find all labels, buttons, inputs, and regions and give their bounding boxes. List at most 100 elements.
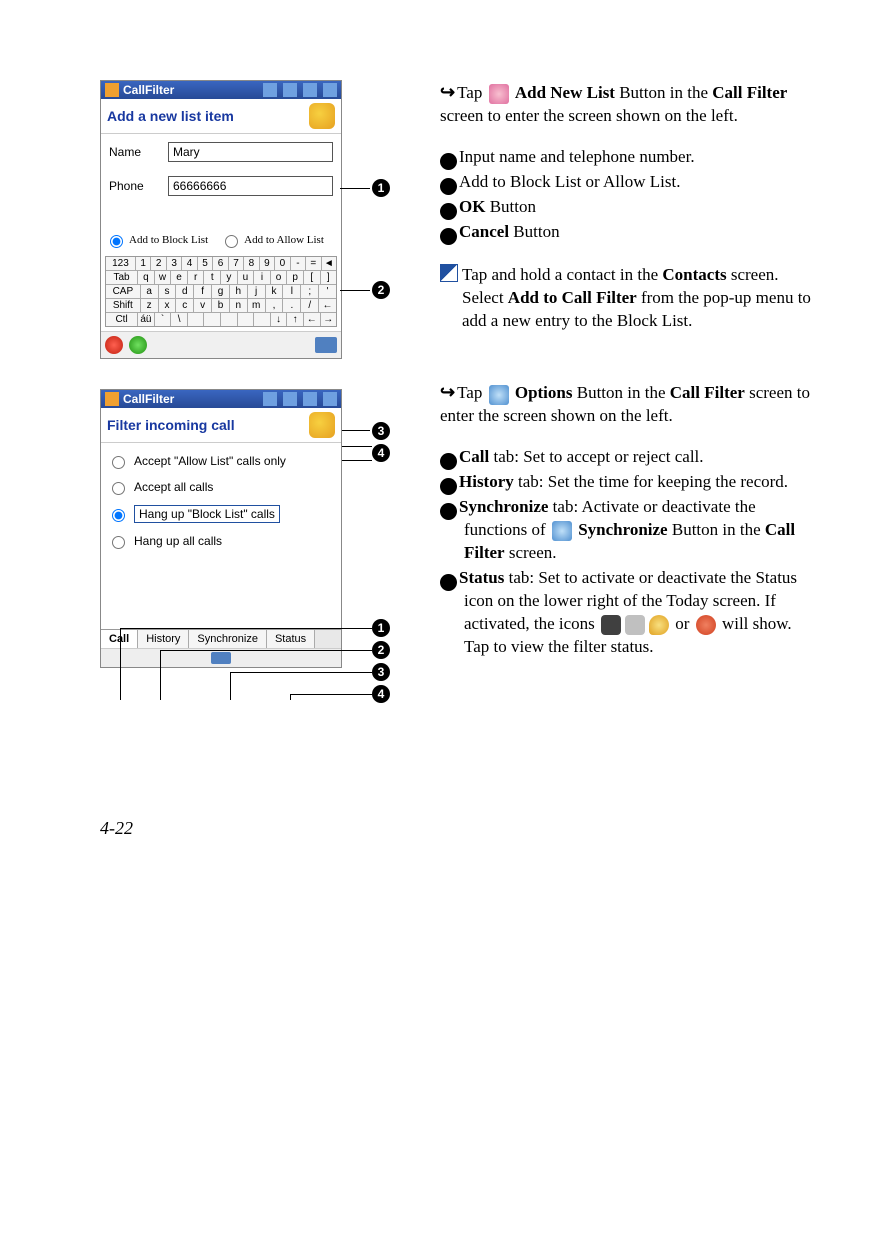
keyboard-key[interactable]: ↓: [271, 313, 288, 326]
keyboard-key[interactable]: 9: [260, 257, 275, 270]
filter-option-radio[interactable]: [112, 536, 125, 549]
keyboard-key[interactable]: =: [306, 257, 321, 270]
keyboard-key[interactable]: ,: [266, 299, 284, 312]
keyboard-key[interactable]: x: [159, 299, 177, 312]
filter-option[interactable]: Hang up "Block List" calls: [107, 505, 335, 523]
keyboard-key[interactable]: q: [138, 271, 155, 284]
tab-history[interactable]: History: [138, 630, 189, 648]
radio-block-input[interactable]: [110, 235, 123, 248]
filter-option[interactable]: Accept all calls: [107, 479, 335, 495]
keyboard-key[interactable]: ]: [321, 271, 337, 284]
keyboard-key[interactable]: [: [304, 271, 321, 284]
keyboard-key[interactable]: 7: [229, 257, 244, 270]
leader-line: [230, 672, 231, 700]
keyboard-key[interactable]: g: [212, 285, 230, 298]
keyboard-key[interactable]: [221, 313, 238, 326]
keyboard-key[interactable]: a: [141, 285, 159, 298]
radio-block-list[interactable]: Add to Block List: [105, 232, 208, 248]
start-icon: [105, 83, 119, 97]
keyboard-key[interactable]: /: [301, 299, 319, 312]
keyboard-key[interactable]: k: [266, 285, 284, 298]
keyboard-key[interactable]: [238, 313, 255, 326]
filter-option-radio[interactable]: [112, 482, 125, 495]
keyboard-key[interactable]: e: [171, 271, 188, 284]
cancel-button[interactable]: [105, 336, 123, 354]
keyboard-key[interactable]: d: [176, 285, 194, 298]
leader-line: [340, 188, 370, 189]
tray-icon: [263, 83, 277, 97]
keyboard-key[interactable]: →: [321, 313, 337, 326]
soft-keyboard[interactable]: 1231234567890-=◄Tabqwertyuiop[]CAPasdfgh…: [105, 256, 337, 327]
keyboard-key[interactable]: Ctl: [106, 313, 138, 326]
keyboard-key[interactable]: ←: [304, 313, 321, 326]
keyboard-key[interactable]: 8: [244, 257, 259, 270]
filter-option[interactable]: Hang up all calls: [107, 533, 335, 549]
keyboard-key[interactable]: [188, 313, 205, 326]
keyboard-key[interactable]: 123: [106, 257, 136, 270]
keyboard-key[interactable]: Tab: [106, 271, 138, 284]
keyboard-key[interactable]: 4: [182, 257, 197, 270]
keyboard-key[interactable]: z: [141, 299, 159, 312]
keyboard-key[interactable]: -: [291, 257, 306, 270]
keyboard-key[interactable]: n: [230, 299, 248, 312]
ok-button[interactable]: [129, 336, 147, 354]
ok-icon: [323, 83, 337, 97]
keyboard-key[interactable]: 5: [198, 257, 213, 270]
keyboard-key[interactable]: l: [283, 285, 301, 298]
keyboard-key[interactable]: w: [155, 271, 172, 284]
keyboard-key[interactable]: o: [271, 271, 288, 284]
filter-option-radio[interactable]: [112, 509, 125, 522]
leader-line: [120, 628, 372, 629]
sip-toggle-icon[interactable]: [315, 337, 337, 353]
keyboard-key[interactable]: r: [188, 271, 205, 284]
filter-option-radio[interactable]: [112, 456, 125, 469]
keyboard-key[interactable]: h: [230, 285, 248, 298]
keyboard-key[interactable]: i: [254, 271, 271, 284]
keyboard-key[interactable]: f: [194, 285, 212, 298]
keyboard-key[interactable]: ;: [301, 285, 319, 298]
phone-input[interactable]: [168, 176, 333, 196]
keyboard-key[interactable]: 6: [213, 257, 228, 270]
name-input[interactable]: [168, 142, 333, 162]
start-icon: [105, 392, 119, 406]
add-new-list-icon: [489, 84, 509, 104]
keyboard-key[interactable]: 3: [167, 257, 182, 270]
keyboard-key[interactable]: 0: [275, 257, 290, 270]
keyboard-key[interactable]: p: [287, 271, 304, 284]
keyboard-key[interactable]: b: [212, 299, 230, 312]
keyboard-key[interactable]: c: [176, 299, 194, 312]
radio-allow-list[interactable]: Add to Allow List: [220, 232, 324, 248]
keyboard-key[interactable]: ←: [319, 299, 336, 312]
keyboard-key[interactable]: y: [221, 271, 238, 284]
keyboard-key[interactable]: t: [204, 271, 221, 284]
keyboard-key[interactable]: ↑: [287, 313, 304, 326]
keyboard-key[interactable]: 2: [151, 257, 166, 270]
radio-allow-label: Add to Allow List: [244, 234, 324, 246]
tabs-bar: CallHistorySynchronizeStatus: [101, 629, 341, 648]
keyboard-key[interactable]: u: [238, 271, 255, 284]
keyboard-key[interactable]: áü: [138, 313, 155, 326]
keyboard-key[interactable]: [254, 313, 271, 326]
sip-toggle-icon[interactable]: [211, 652, 231, 664]
intro-options: ↪Tap Options Button in the Call Filter s…: [440, 380, 812, 428]
tab-synchronize[interactable]: Synchronize: [189, 630, 267, 648]
keyboard-key[interactable]: v: [194, 299, 212, 312]
keyboard-key[interactable]: \: [171, 313, 188, 326]
keyboard-key[interactable]: 1: [136, 257, 151, 270]
keyboard-key[interactable]: [204, 313, 221, 326]
keyboard-key[interactable]: j: [248, 285, 266, 298]
radio-allow-input[interactable]: [225, 235, 238, 248]
keyboard-key[interactable]: s: [159, 285, 177, 298]
filter-option[interactable]: Accept "Allow List" calls only: [107, 453, 335, 469]
keyboard-key[interactable]: CAP: [106, 285, 141, 298]
pda-screenshot-filter-options: CallFilter Filter incoming call Accept "…: [100, 389, 342, 668]
keyboard-key[interactable]: ◄: [322, 257, 336, 270]
keyboard-key[interactable]: m: [248, 299, 266, 312]
keyboard-key[interactable]: `: [155, 313, 172, 326]
callout-2: 2: [372, 641, 390, 659]
keyboard-key[interactable]: ': [319, 285, 336, 298]
tap-arrow-icon: ↪: [440, 380, 455, 404]
tab-status[interactable]: Status: [267, 630, 315, 648]
keyboard-key[interactable]: .: [283, 299, 301, 312]
keyboard-key[interactable]: Shift: [106, 299, 141, 312]
